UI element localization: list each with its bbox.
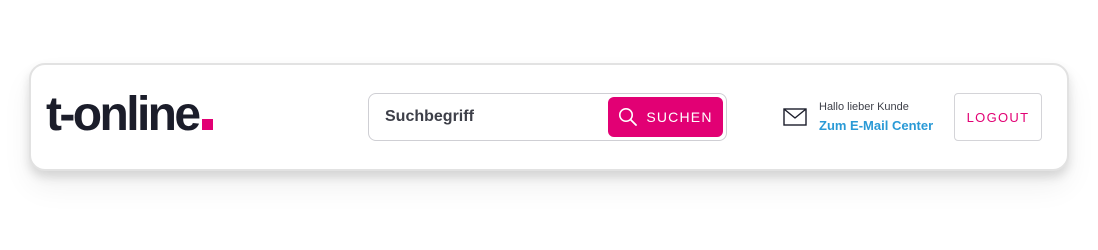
envelope-icon[interactable]: [783, 108, 807, 126]
search-input[interactable]: [370, 95, 600, 139]
search-button[interactable]: SUCHEN: [608, 97, 723, 137]
header-bar: t-online SUCHEN Hallo lieber Kunde Zum E…: [29, 63, 1069, 171]
mail-center-block: Hallo lieber Kunde Zum E-Mail Center: [783, 99, 953, 139]
logo-dot: [201, 119, 213, 130]
t-online-logo[interactable]: t-online: [46, 87, 213, 143]
logo-text: t-online: [46, 88, 201, 141]
logout-button[interactable]: LOGOUT: [954, 93, 1042, 141]
email-center-link[interactable]: Zum E-Mail Center: [819, 118, 933, 133]
greeting-text: Hallo lieber Kunde: [819, 101, 909, 113]
search-button-label: SUCHEN: [646, 109, 713, 125]
search-bar: SUCHEN: [368, 93, 727, 141]
search-icon: [619, 108, 638, 126]
